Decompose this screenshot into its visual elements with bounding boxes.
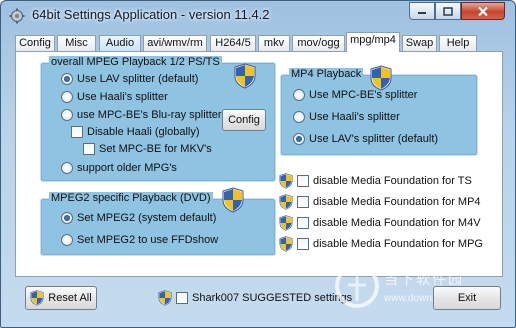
check-mf-ts[interactable]: disable Media Foundation for TS [279, 173, 472, 189]
mpeg2-dvd-group: MPEG2 specific Playback (DVD) Set MPEG2 … [40, 187, 276, 256]
checkbox[interactable] [297, 175, 309, 187]
checkbox-label: disable Media Foundation for MP4 [313, 196, 481, 208]
checkbox-label: disable Media Foundation for M4V [313, 217, 481, 229]
radio-haali-splitter[interactable]: Use Haali's splitter [61, 91, 168, 103]
tab-audio[interactable]: Audio [99, 35, 141, 52]
minimize-button[interactable] [409, 2, 435, 20]
mp4-playback-group: MP4 Playback Use MPC-BE's splitter Use H… [280, 65, 478, 156]
radio-mpcbe-bluray[interactable]: use MPC-BE's Blu-ray splitter [61, 109, 222, 121]
uac-shield-icon [279, 236, 293, 252]
app-window: 64bit Settings Application - version 11.… [0, 0, 516, 328]
radio-button[interactable] [61, 73, 73, 85]
check-mf-mp4[interactable]: disable Media Foundation for MP4 [279, 194, 481, 210]
checkbox[interactable] [297, 217, 309, 229]
maximize-icon [443, 6, 453, 16]
checkbox-label: Shark007 SUGGESTED settings [192, 292, 353, 304]
check-suggested-settings[interactable]: Shark007 SUGGESTED settings [158, 290, 352, 306]
group-title: overall MPEG Playback 1/2 PS/TS [49, 56, 222, 69]
radio-label: support older MPG's [77, 162, 177, 174]
check-mf-m4v[interactable]: disable Media Foundation for M4V [279, 215, 481, 231]
radio-mp4-haali[interactable]: Use Haali's splitter [293, 111, 400, 123]
reset-all-button[interactable]: Reset All [25, 286, 97, 310]
checkbox[interactable] [71, 126, 83, 138]
check-mf-mpg[interactable]: disable Media Foundation for MPG [279, 236, 483, 252]
checkbox-label: disable Media Foundation for TS [313, 175, 472, 187]
radio-label: use MPC-BE's Blu-ray splitter [77, 109, 222, 121]
uac-shield-icon [370, 65, 392, 91]
radio-button[interactable] [61, 212, 73, 224]
radio-button[interactable] [293, 111, 305, 123]
radio-mpeg2-default[interactable]: Set MPEG2 (system default) [61, 212, 216, 224]
group-title: MPEG2 specific Playback (DVD) [49, 192, 213, 205]
uac-shield-icon [158, 290, 172, 306]
checkbox-label: Disable Haali (globally) [87, 126, 200, 138]
radio-button[interactable] [61, 162, 73, 174]
check-disable-haali[interactable]: Disable Haali (globally) [71, 126, 200, 138]
close-icon [478, 6, 488, 16]
tab-misc[interactable]: Misc [57, 35, 96, 52]
radio-label: Use MPC-BE's splitter [309, 89, 418, 101]
tab-config[interactable]: Config [15, 35, 55, 52]
app-icon [9, 8, 25, 24]
uac-shield-icon [222, 187, 244, 213]
radio-button[interactable] [293, 133, 305, 145]
radio-label: Use LAV's splitter (default) [309, 133, 439, 145]
checkbox[interactable] [297, 238, 309, 250]
tab-h264[interactable]: H264/5 [210, 35, 256, 52]
checkbox[interactable] [176, 292, 188, 304]
radio-lav-splitter[interactable]: Use LAV splitter (default) [61, 73, 198, 85]
tab-help[interactable]: Help [439, 35, 477, 52]
radio-button[interactable] [293, 89, 305, 101]
checkbox[interactable] [297, 196, 309, 208]
reset-all-label: Reset All [48, 292, 92, 304]
radio-button[interactable] [61, 91, 73, 103]
radio-label: Set MPEG2 to use FFDshow [77, 234, 219, 246]
mpeg-ps-ts-group: overall MPEG Playback 1/2 PS/TS Use LAV … [40, 56, 276, 182]
radio-older-mpg[interactable]: support older MPG's [61, 162, 177, 174]
tab-mov-ogg[interactable]: mov/ogg [292, 35, 345, 52]
window-title: 64bit Settings Application - version 11.… [32, 7, 270, 22]
tab-panel: overall MPEG Playback 1/2 PS/TS Use LAV … [15, 51, 503, 277]
minimize-icon [418, 12, 426, 14]
maximize-button[interactable] [435, 2, 461, 20]
group-title: MP4 Playback [289, 68, 364, 81]
checkbox-label: Set MPC-BE for MKV's [99, 143, 212, 155]
title-bar[interactable]: 64bit Settings Application - version 11.… [1, 1, 515, 29]
uac-shield-icon [279, 215, 293, 231]
radio-mp4-lav[interactable]: Use LAV's splitter (default) [293, 133, 438, 145]
radio-button[interactable] [61, 109, 73, 121]
tab-mpg-mp4[interactable]: mpg/mp4 [346, 32, 400, 52]
checkbox[interactable] [83, 143, 95, 155]
radio-label: Set MPEG2 (system default) [77, 212, 217, 224]
tab-swap[interactable]: Swap [402, 35, 437, 52]
checkbox-label: disable Media Foundation for MPG [313, 238, 483, 250]
radio-label: Use Haali's splitter [309, 111, 400, 123]
radio-mpeg2-ffdshow[interactable]: Set MPEG2 to use FFDshow [61, 234, 218, 246]
exit-button[interactable]: Exit [433, 286, 501, 310]
uac-shield-icon [279, 173, 293, 189]
radio-button[interactable] [61, 234, 73, 246]
close-button[interactable] [461, 2, 505, 20]
watermark-logo-icon [335, 264, 379, 308]
radio-label: Use Haali's splitter [77, 91, 168, 103]
radio-mp4-mpcbe[interactable]: Use MPC-BE's splitter [293, 89, 417, 101]
tab-avi-wmv-rm[interactable]: avi/wmv/rm [143, 35, 207, 52]
radio-label: Use LAV splitter (default) [77, 73, 199, 85]
tab-mkv[interactable]: mkv [258, 35, 290, 52]
uac-shield-icon [30, 290, 44, 306]
config-button[interactable]: Config [222, 109, 266, 131]
uac-shield-icon [234, 63, 256, 89]
check-mpcbe-mkv[interactable]: Set MPC-BE for MKV's [83, 143, 212, 155]
uac-shield-icon [279, 194, 293, 210]
